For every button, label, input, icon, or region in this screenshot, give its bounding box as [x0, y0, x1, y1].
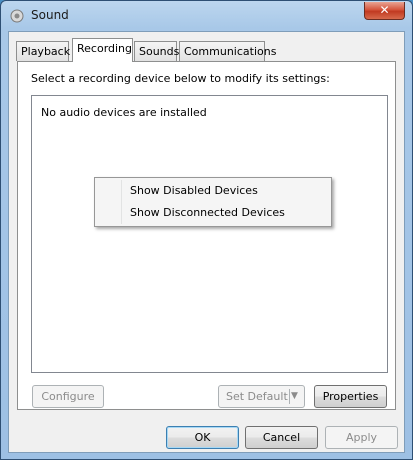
- dialog-client-area: Playback Recording Sounds Communications…: [8, 31, 405, 453]
- configure-button[interactable]: Configure: [32, 385, 104, 408]
- menu-item-show-disabled-devices[interactable]: Show Disabled Devices: [130, 181, 258, 201]
- chevron-down-icon[interactable]: ▼: [291, 386, 301, 407]
- set-default-label: Set Default: [226, 390, 288, 403]
- recording-tab-panel: Select a recording device below to modif…: [17, 61, 396, 410]
- empty-list-message: No audio devices are installed: [41, 106, 207, 119]
- tab-communications[interactable]: Communications: [179, 41, 276, 61]
- apply-button[interactable]: Apply: [325, 426, 398, 449]
- set-default-button[interactable]: Set Default ▼: [218, 385, 305, 408]
- sound-dialog-window: Sound ✕ Playback Recording Sounds Commun…: [0, 0, 413, 460]
- tab-sounds[interactable]: Sounds: [134, 41, 179, 61]
- instructions-label: Select a recording device below to modif…: [31, 72, 330, 85]
- split-divider: [289, 389, 290, 404]
- tab-playback[interactable]: Playback: [16, 41, 70, 61]
- cancel-button[interactable]: Cancel: [245, 426, 318, 449]
- recording-device-list[interactable]: No audio devices are installed: [31, 95, 388, 373]
- menu-item-show-disconnected-devices[interactable]: Show Disconnected Devices: [130, 203, 285, 223]
- ok-button[interactable]: OK: [166, 426, 239, 449]
- close-button[interactable]: ✕: [364, 2, 405, 20]
- title-bar[interactable]: Sound ✕: [1, 1, 412, 31]
- properties-button[interactable]: Properties: [314, 385, 387, 408]
- window-title: Sound: [31, 8, 69, 22]
- menu-gutter-divider: [121, 180, 122, 224]
- speaker-icon: [10, 9, 24, 23]
- device-list-context-menu: Show Disabled Devices Show Disconnected …: [94, 177, 332, 227]
- tab-recording[interactable]: Recording: [72, 38, 133, 62]
